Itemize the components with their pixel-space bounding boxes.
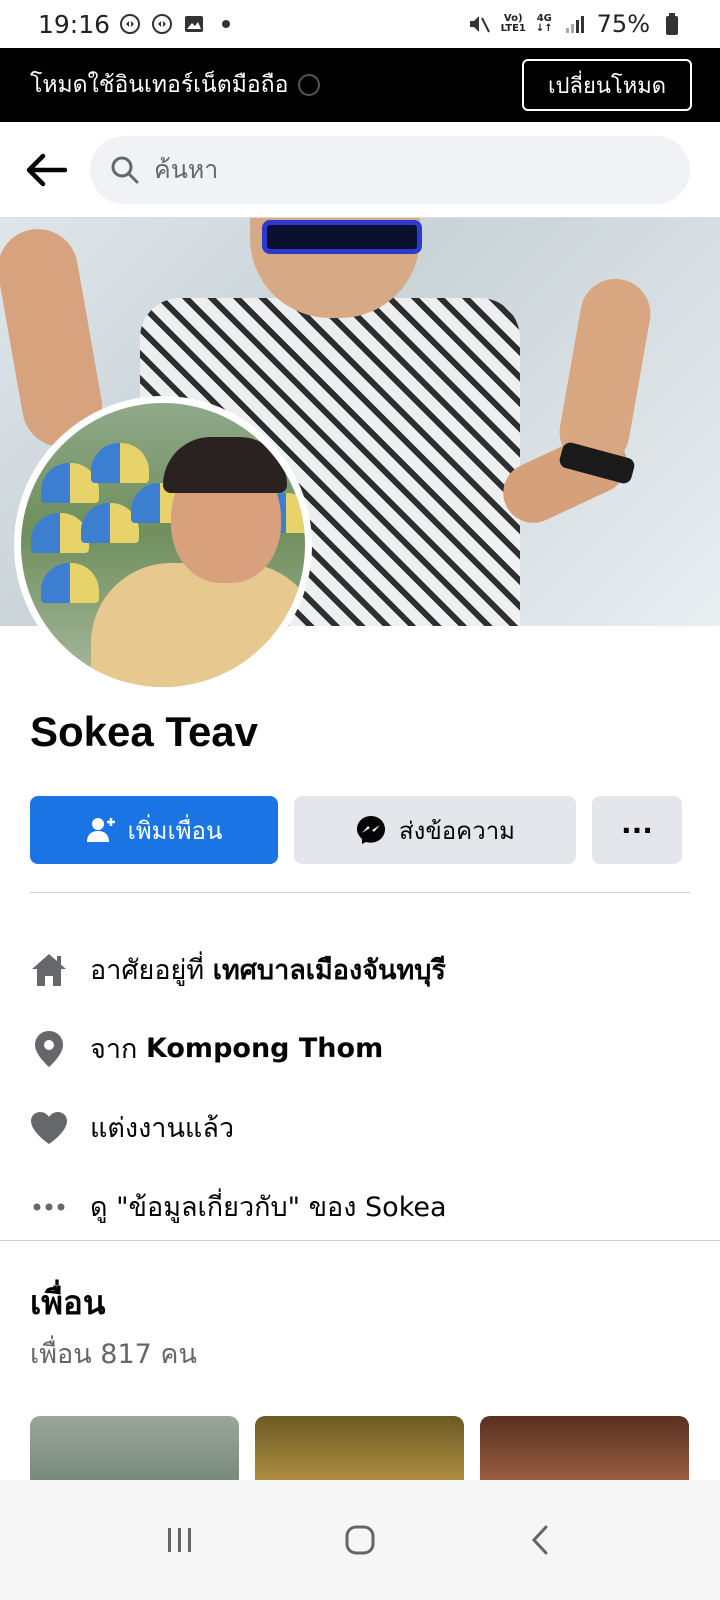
system-nav-bar <box>0 1480 720 1600</box>
volte-bottom: LTE1 <box>500 23 526 34</box>
profile-actions: เพิ่มเพื่อน ส่งข้อความ ··· <box>30 796 690 864</box>
data-indicator: 4G ↓↑ <box>536 14 553 34</box>
more-options-button[interactable]: ··· <box>592 796 682 864</box>
sync-icon-2 <box>150 12 174 36</box>
friends-section-title: เพื่อน <box>30 1283 106 1322</box>
message-button[interactable]: ส่งข้อความ <box>294 796 576 864</box>
location-pin-icon <box>30 1030 68 1068</box>
info-relationship: แต่งงานแล้ว <box>30 1088 690 1167</box>
lives-prefix: อาศัยอยู่ที่ <box>90 955 205 986</box>
avatar-photo <box>21 403 305 687</box>
add-friend-label: เพิ่มเพื่อน <box>127 816 223 845</box>
battery-icon <box>660 12 684 36</box>
cover-sunglasses <box>262 220 422 254</box>
home-button-icon[interactable] <box>330 1510 390 1570</box>
avatar-body <box>91 563 305 687</box>
lives-value[interactable]: เทศบาลเมืองจันทบุรี <box>213 948 446 991</box>
gallery-icon <box>182 12 206 36</box>
volte-indicator: Vo) LTE1 <box>501 14 526 34</box>
about-link-text[interactable]: ดู "ข้อมูลเกี่ยวกับ" ของ Sokea <box>90 1185 447 1228</box>
avatar-tent <box>91 443 149 483</box>
status-time: 19:16 <box>38 9 111 39</box>
signal-icon <box>563 12 587 36</box>
section-separator <box>0 1240 720 1241</box>
profile-info-list: อาศัยอยู่ที่ เทศบาลเมืองจันทบุรี จาก Kom… <box>30 930 690 1246</box>
back-arrow-icon[interactable] <box>22 146 70 194</box>
friend-thumbnail[interactable] <box>255 1416 464 1482</box>
sync-icon <box>118 12 142 36</box>
info-about-link[interactable]: ดู "ข้อมูลเกี่ยวกับ" ของ Sokea <box>30 1167 690 1246</box>
from-value[interactable]: Kompong Thom <box>146 1033 383 1064</box>
more-dots-icon <box>30 1202 68 1212</box>
mute-icon <box>467 12 491 36</box>
avatar-hair <box>163 437 287 493</box>
info-lives-in: อาศัยอยู่ที่ เทศบาลเมืองจันทบุรี <box>30 930 690 1009</box>
relationship-text: แต่งงานแล้ว <box>90 1113 235 1144</box>
search-input[interactable]: ค้นหา <box>90 135 690 204</box>
home-icon <box>30 952 68 988</box>
divider <box>30 892 690 893</box>
info-icon[interactable] <box>298 74 321 96</box>
search-placeholder: ค้นหา <box>154 154 219 184</box>
data-mode-text: โหมดใช้อินเทอร์เน็ตมือถือ <box>30 72 289 98</box>
nav-back-icon[interactable] <box>510 1510 570 1570</box>
friend-thumbnail[interactable] <box>30 1416 239 1482</box>
avatar-tent <box>41 563 99 603</box>
heart-icon <box>30 1111 68 1145</box>
status-right: Vo) LTE1 4G ↓↑ 75% <box>467 10 684 38</box>
message-label: ส่งข้อความ <box>398 816 515 845</box>
data-mode-banner: โหมดใช้อินเทอร์เน็ตมือถือ เปลี่ยนโหมด <box>0 48 720 122</box>
search-header: ค้นหา <box>0 122 720 218</box>
friends-thumbnails <box>30 1416 690 1482</box>
notification-dot-icon <box>214 12 238 36</box>
profile-avatar[interactable] <box>14 396 312 694</box>
profile-name: Sokea Teav <box>30 708 259 755</box>
switch-mode-button[interactable]: เปลี่ยนโหมด <box>521 59 692 111</box>
info-from: จาก Kompong Thom <box>30 1009 690 1088</box>
search-icon <box>111 156 139 183</box>
add-friend-button[interactable]: เพิ่มเพื่อน <box>30 796 278 864</box>
friend-thumbnail[interactable] <box>480 1416 689 1482</box>
from-prefix: จาก <box>90 1034 138 1065</box>
status-bar: 19:16 Vo) LTE1 4G ↓↑ 75% <box>0 0 720 48</box>
friends-count[interactable]: เพื่อน 817 คน <box>30 1332 197 1375</box>
recent-apps-icon[interactable] <box>150 1510 210 1570</box>
messenger-icon <box>355 814 387 846</box>
status-left: 19:16 <box>38 10 238 39</box>
add-friend-icon <box>86 815 116 845</box>
data-arrows-icon: ↓↑ <box>535 23 553 34</box>
battery-percent: 75% <box>596 10 650 38</box>
